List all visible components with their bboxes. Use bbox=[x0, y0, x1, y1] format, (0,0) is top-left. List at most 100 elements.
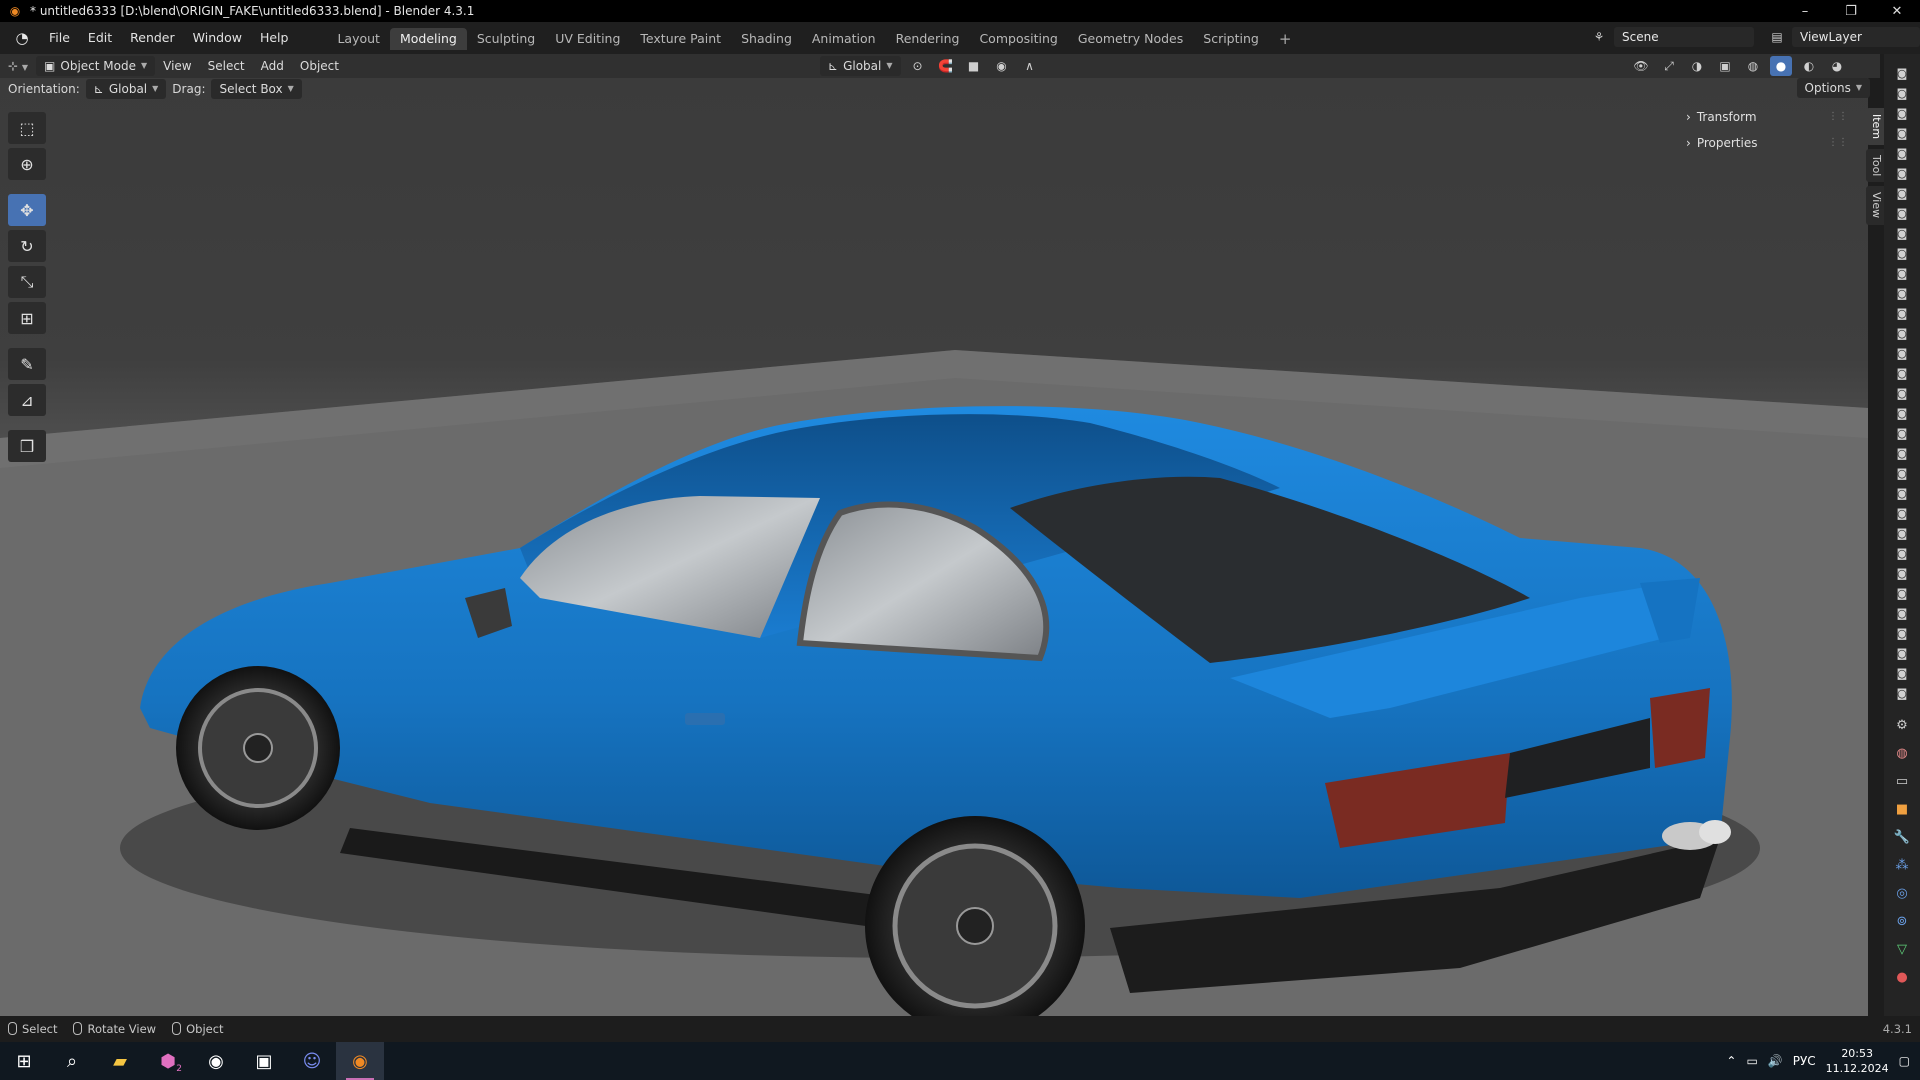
tab-texture-paint[interactable]: Texture Paint bbox=[630, 28, 731, 50]
camera-icon[interactable]: ◙ bbox=[1884, 504, 1920, 524]
network-icon[interactable]: ▭ bbox=[1746, 1054, 1757, 1068]
tab-tool[interactable]: Tool bbox=[1866, 149, 1884, 183]
material-properties-icon[interactable]: ● bbox=[1891, 968, 1913, 988]
xray-icon[interactable]: ▣ bbox=[1714, 56, 1736, 76]
camera-icon[interactable]: ◙ bbox=[1884, 584, 1920, 604]
blender-taskbar-icon[interactable]: ◉ bbox=[336, 1042, 384, 1080]
file-explorer-icon[interactable]: ▰ bbox=[96, 1042, 144, 1080]
camera-icon[interactable]: ◙ bbox=[1884, 164, 1920, 184]
tab-view[interactable]: View bbox=[1866, 186, 1884, 225]
camera-icon[interactable]: ◙ bbox=[1884, 124, 1920, 144]
select-box-tool-icon[interactable]: ⬚ bbox=[8, 112, 46, 144]
camera-icon[interactable]: ◙ bbox=[1884, 424, 1920, 444]
output-properties-icon[interactable]: ▭ bbox=[1891, 772, 1913, 792]
steam-icon[interactable]: ◉ bbox=[192, 1042, 240, 1080]
camera-icon[interactable]: ◙ bbox=[1884, 224, 1920, 244]
camera-icon[interactable]: ◙ bbox=[1884, 544, 1920, 564]
camera-icon[interactable]: ◙ bbox=[1884, 404, 1920, 424]
tab-item[interactable]: Item bbox=[1866, 108, 1884, 146]
camera-icon[interactable]: ◙ bbox=[1884, 344, 1920, 364]
menu-file[interactable]: File bbox=[40, 22, 79, 54]
transform-tool-icon[interactable]: ⊞ bbox=[8, 302, 46, 334]
camera-icon[interactable]: ◙ bbox=[1884, 384, 1920, 404]
particles-properties-icon[interactable]: ⁂ bbox=[1891, 856, 1913, 876]
camera-icon[interactable]: ◙ bbox=[1884, 684, 1920, 704]
overlay-icon[interactable]: ◑ bbox=[1686, 56, 1708, 76]
view-layer-name-field[interactable]: ViewLayer bbox=[1792, 27, 1920, 47]
rotate-tool-icon[interactable]: ↻ bbox=[8, 230, 46, 262]
tab-rendering[interactable]: Rendering bbox=[886, 28, 970, 50]
constraints-properties-icon[interactable]: ⊚ bbox=[1891, 912, 1913, 932]
camera-icon[interactable]: ◙ bbox=[1884, 484, 1920, 504]
view-menu[interactable]: View bbox=[155, 56, 199, 76]
snap-icon[interactable]: 🧲 bbox=[935, 56, 957, 76]
camera-icon[interactable]: ◙ bbox=[1884, 664, 1920, 684]
tab-geometry-nodes[interactable]: Geometry Nodes bbox=[1068, 28, 1193, 50]
drag-setting-dropdown[interactable]: Select Box ▼ bbox=[211, 79, 302, 99]
chevron-up-icon[interactable]: ⌃ bbox=[1726, 1054, 1736, 1068]
modifier-properties-icon[interactable]: 🔧 bbox=[1891, 828, 1913, 848]
object-menu[interactable]: Object bbox=[292, 56, 347, 76]
camera-icon[interactable]: ◙ bbox=[1884, 564, 1920, 584]
rendered-shading-icon[interactable]: ◕ bbox=[1826, 56, 1848, 76]
restore-button[interactable]: ❐ bbox=[1828, 0, 1874, 22]
add-workspace-button[interactable]: + bbox=[1269, 28, 1302, 50]
camera-icon[interactable]: ◙ bbox=[1884, 444, 1920, 464]
drag-grip-icon[interactable]: ⋮⋮ bbox=[1828, 130, 1848, 156]
scene-icon[interactable]: ⚘ bbox=[1584, 30, 1614, 44]
tab-layout[interactable]: Layout bbox=[327, 28, 390, 50]
snap-target-icon[interactable]: ■ bbox=[963, 56, 985, 76]
camera-icon[interactable]: ◙ bbox=[1884, 204, 1920, 224]
gizmo-icon[interactable]: ⤢ bbox=[1658, 56, 1680, 76]
close-button[interactable]: ✕ bbox=[1874, 0, 1920, 22]
camera-icon[interactable]: ◙ bbox=[1884, 324, 1920, 344]
messenger-app-icon[interactable]: ⬢ 2 bbox=[144, 1042, 192, 1080]
solid-shading-icon[interactable]: ● bbox=[1770, 56, 1792, 76]
orientation-setting-dropdown[interactable]: ⊾ Global ▼ bbox=[85, 79, 167, 99]
minimize-button[interactable]: – bbox=[1782, 0, 1828, 22]
tab-compositing[interactable]: Compositing bbox=[969, 28, 1067, 50]
blender-logo-icon[interactable]: ◔ bbox=[8, 29, 36, 47]
visibility-icon[interactable]: 👁 bbox=[1630, 56, 1652, 76]
proportional-edit-icon[interactable]: ◉ bbox=[991, 56, 1013, 76]
measure-tool-icon[interactable]: ⊿ bbox=[8, 384, 46, 416]
editor-type-icon[interactable]: ⊹ ▼ bbox=[0, 56, 36, 76]
camera-icon[interactable]: ◙ bbox=[1884, 304, 1920, 324]
menu-help[interactable]: Help bbox=[251, 22, 298, 54]
data-properties-icon[interactable]: ▽ bbox=[1891, 940, 1913, 960]
scene-name-field[interactable]: Scene bbox=[1614, 27, 1754, 47]
add-cube-tool-icon[interactable]: ❒ bbox=[8, 430, 46, 462]
orientation-dropdown[interactable]: ⊾ Global ▼ bbox=[820, 56, 901, 76]
material-shading-icon[interactable]: ◐ bbox=[1798, 56, 1820, 76]
camera-icon[interactable]: ◙ bbox=[1884, 184, 1920, 204]
drag-grip-icon[interactable]: ⋮⋮ bbox=[1828, 104, 1848, 130]
view-layer-icon[interactable]: ▤ bbox=[1762, 30, 1792, 44]
physics-properties-icon[interactable]: ◎ bbox=[1891, 884, 1913, 904]
tab-sculpting[interactable]: Sculpting bbox=[467, 28, 545, 50]
tab-shading[interactable]: Shading bbox=[731, 28, 802, 50]
menu-window[interactable]: Window bbox=[184, 22, 251, 54]
3d-viewport[interactable] bbox=[0, 78, 1868, 1016]
menu-render[interactable]: Render bbox=[121, 22, 184, 54]
volume-icon[interactable]: 🔊 bbox=[1768, 1054, 1783, 1068]
pivot-icon[interactable]: ⊙ bbox=[907, 56, 929, 76]
object-properties-icon[interactable]: ■ bbox=[1891, 800, 1913, 820]
camera-icon[interactable]: ◙ bbox=[1884, 604, 1920, 624]
properties-panel-header[interactable]: › Properties ⋮⋮ bbox=[1674, 130, 1854, 156]
camera-icon[interactable]: ◙ bbox=[1884, 84, 1920, 104]
menu-edit[interactable]: Edit bbox=[79, 22, 121, 54]
render-properties-icon[interactable]: ◍ bbox=[1891, 744, 1913, 764]
select-menu[interactable]: Select bbox=[200, 56, 253, 76]
window-app-icon[interactable]: ▣ bbox=[240, 1042, 288, 1080]
windows-start-icon[interactable]: ⊞ bbox=[0, 1042, 48, 1080]
camera-icon[interactable]: ◙ bbox=[1884, 364, 1920, 384]
mode-dropdown[interactable]: ▣ Object Mode ▼ bbox=[36, 56, 156, 76]
camera-icon[interactable]: ◙ bbox=[1884, 644, 1920, 664]
falloff-icon[interactable]: ∧ bbox=[1019, 56, 1041, 76]
tab-scripting[interactable]: Scripting bbox=[1193, 28, 1269, 50]
camera-icon[interactable]: ◙ bbox=[1884, 624, 1920, 644]
move-tool-icon[interactable]: ✥ bbox=[8, 194, 46, 226]
wireframe-shading-icon[interactable]: ◍ bbox=[1742, 56, 1764, 76]
notifications-icon[interactable]: ▢ bbox=[1899, 1054, 1910, 1068]
camera-icon[interactable]: ◙ bbox=[1884, 464, 1920, 484]
